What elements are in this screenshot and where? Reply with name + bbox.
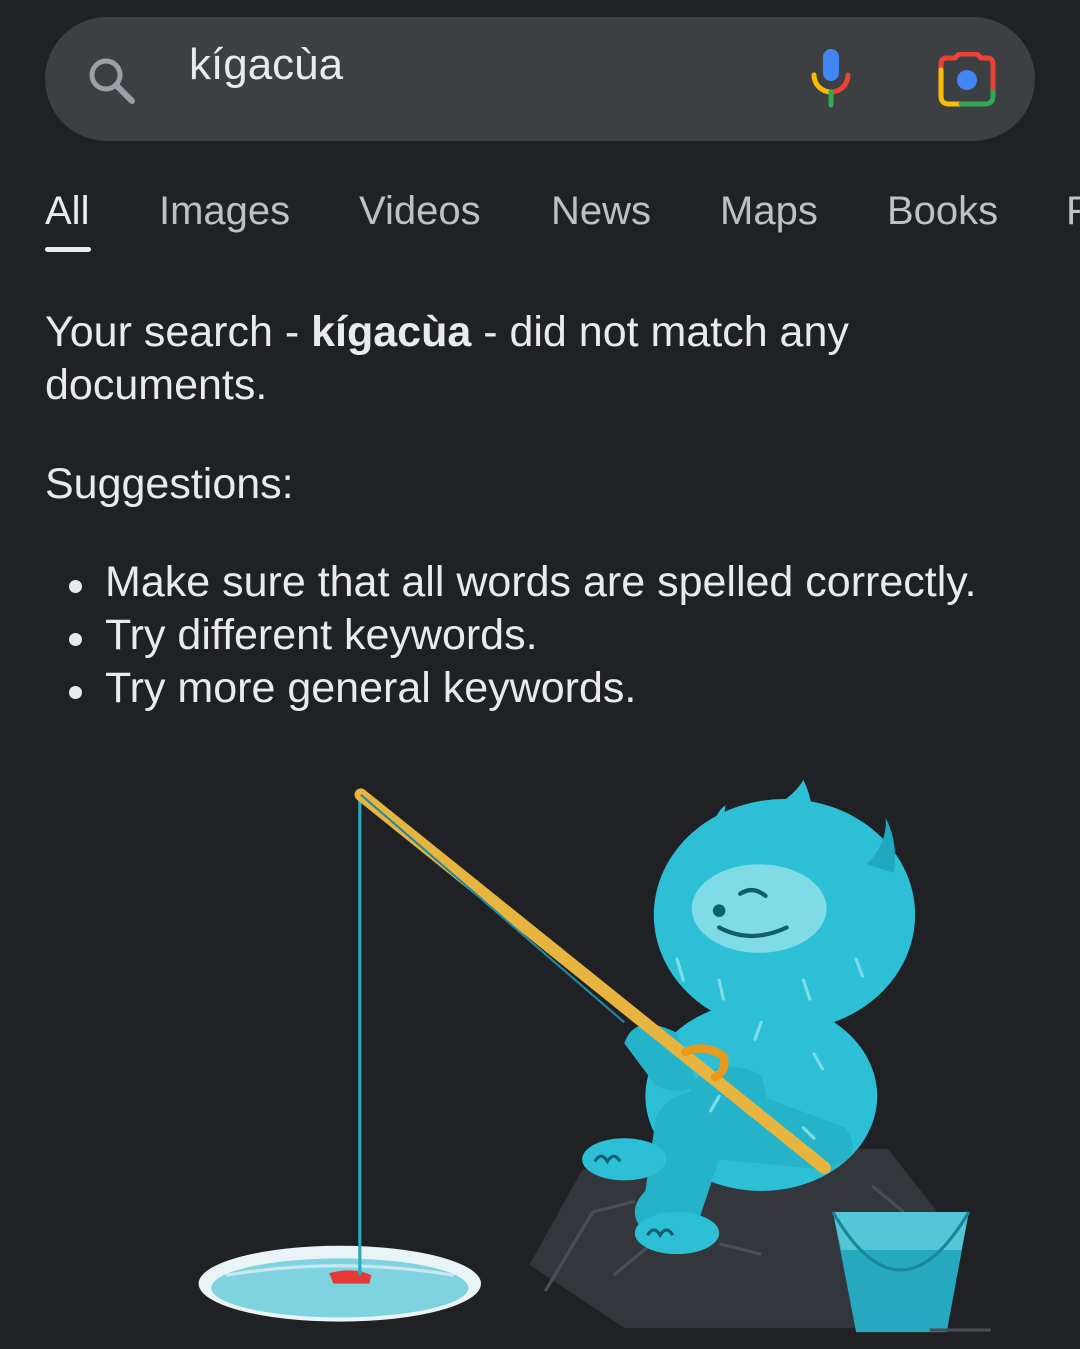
suggestion-item: Make sure that all words are spelled cor… xyxy=(45,556,977,609)
search-tabs: All Images Videos News Maps Books F xyxy=(0,183,1080,259)
tab-more[interactable]: F xyxy=(1066,183,1080,239)
tab-videos[interactable]: Videos xyxy=(359,183,481,239)
search-input[interactable] xyxy=(189,37,749,93)
message-prefix: Your search - xyxy=(45,308,312,356)
mic-icon[interactable] xyxy=(808,47,854,109)
tab-news[interactable]: News xyxy=(551,183,651,239)
tab-all[interactable]: All xyxy=(45,183,89,239)
suggestion-item: Try different keywords. xyxy=(45,609,977,662)
fishing-mascot-illustration xyxy=(198,780,991,1333)
message-query: kígacùa xyxy=(311,308,472,356)
search-results-page: All Images Videos News Maps Books F Your… xyxy=(0,0,1080,1349)
suggestions-list: Make sure that all words are spelled cor… xyxy=(45,556,977,715)
active-tab-indicator xyxy=(45,247,91,252)
suggestions-title: Suggestions: xyxy=(45,460,294,508)
search-icon[interactable] xyxy=(84,53,140,109)
ice-hole xyxy=(198,1245,481,1322)
no-results-message: Your search - kígacùa - did not match an… xyxy=(45,306,1005,412)
lens-icon[interactable] xyxy=(937,52,999,108)
bucket xyxy=(831,1211,991,1333)
tab-maps[interactable]: Maps xyxy=(720,183,818,239)
tab-images[interactable]: Images xyxy=(159,183,290,239)
tab-books[interactable]: Books xyxy=(887,183,998,239)
suggestion-item: Try more general keywords. xyxy=(45,662,977,715)
